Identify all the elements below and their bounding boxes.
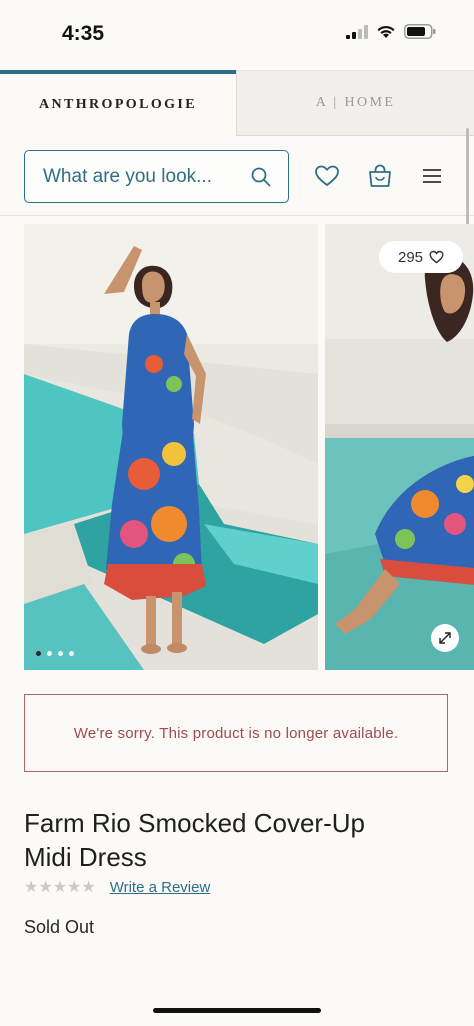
gallery-dot-2[interactable]	[47, 651, 52, 656]
product-image-gallery[interactable]: 295	[24, 224, 474, 670]
brand-tabs: ANTHROPOLOGIE A | HOME	[0, 70, 474, 136]
status-bar: 4:35	[0, 0, 474, 70]
wifi-icon	[377, 25, 395, 38]
search-bar[interactable]	[24, 150, 289, 203]
expand-icon	[439, 632, 451, 644]
product-photo-main[interactable]	[24, 224, 318, 670]
status-icons	[346, 24, 436, 39]
product-photo-secondary[interactable]: 295	[325, 224, 474, 670]
like-count: 295	[397, 248, 424, 266]
expand-image-button[interactable]	[431, 624, 459, 652]
heart-icon	[429, 250, 444, 264]
search-icon[interactable]	[250, 166, 272, 188]
shopping-bag-icon[interactable]	[366, 162, 394, 190]
product-photo-main-image	[24, 224, 318, 670]
star-rating-icon: ★★★★★	[24, 879, 96, 896]
tab-anthropologie[interactable]: ANTHROPOLOGIE	[0, 70, 236, 136]
gallery-dot-3[interactable]	[58, 651, 63, 656]
menu-hamburger-icon[interactable]	[418, 162, 446, 190]
like-count-button[interactable]: 295	[379, 241, 463, 273]
wishlist-heart-icon[interactable]	[313, 162, 341, 190]
gallery-pagination-dots[interactable]	[36, 651, 74, 656]
product-photo-secondary-image	[325, 224, 474, 670]
cellular-signal-icon	[346, 24, 368, 39]
site-header	[0, 136, 474, 216]
gallery-dot-4[interactable]	[69, 651, 74, 656]
tab-home[interactable]: A | HOME	[236, 70, 474, 136]
gallery-dot-1[interactable]	[36, 651, 41, 656]
search-input[interactable]	[43, 165, 239, 188]
write-review-link[interactable]: Write a Review	[110, 879, 211, 896]
product-title-line-1: Farm Rio Smocked Cover-Up	[24, 808, 365, 838]
product-unavailable-notice: We're sorry. This product is no longer a…	[24, 694, 448, 772]
page-scrollbar[interactable]	[466, 128, 469, 238]
home-indicator	[153, 1008, 321, 1013]
rating-row: ★★★★★ Write a Review	[24, 877, 210, 897]
product-title-line-2: Midi Dress	[24, 842, 147, 872]
stock-status: Sold Out	[24, 917, 95, 937]
product-title: Farm Rio Smocked Cover-Up Midi Dress	[24, 806, 444, 874]
battery-icon	[404, 24, 436, 39]
status-time: 4:35	[62, 22, 105, 45]
